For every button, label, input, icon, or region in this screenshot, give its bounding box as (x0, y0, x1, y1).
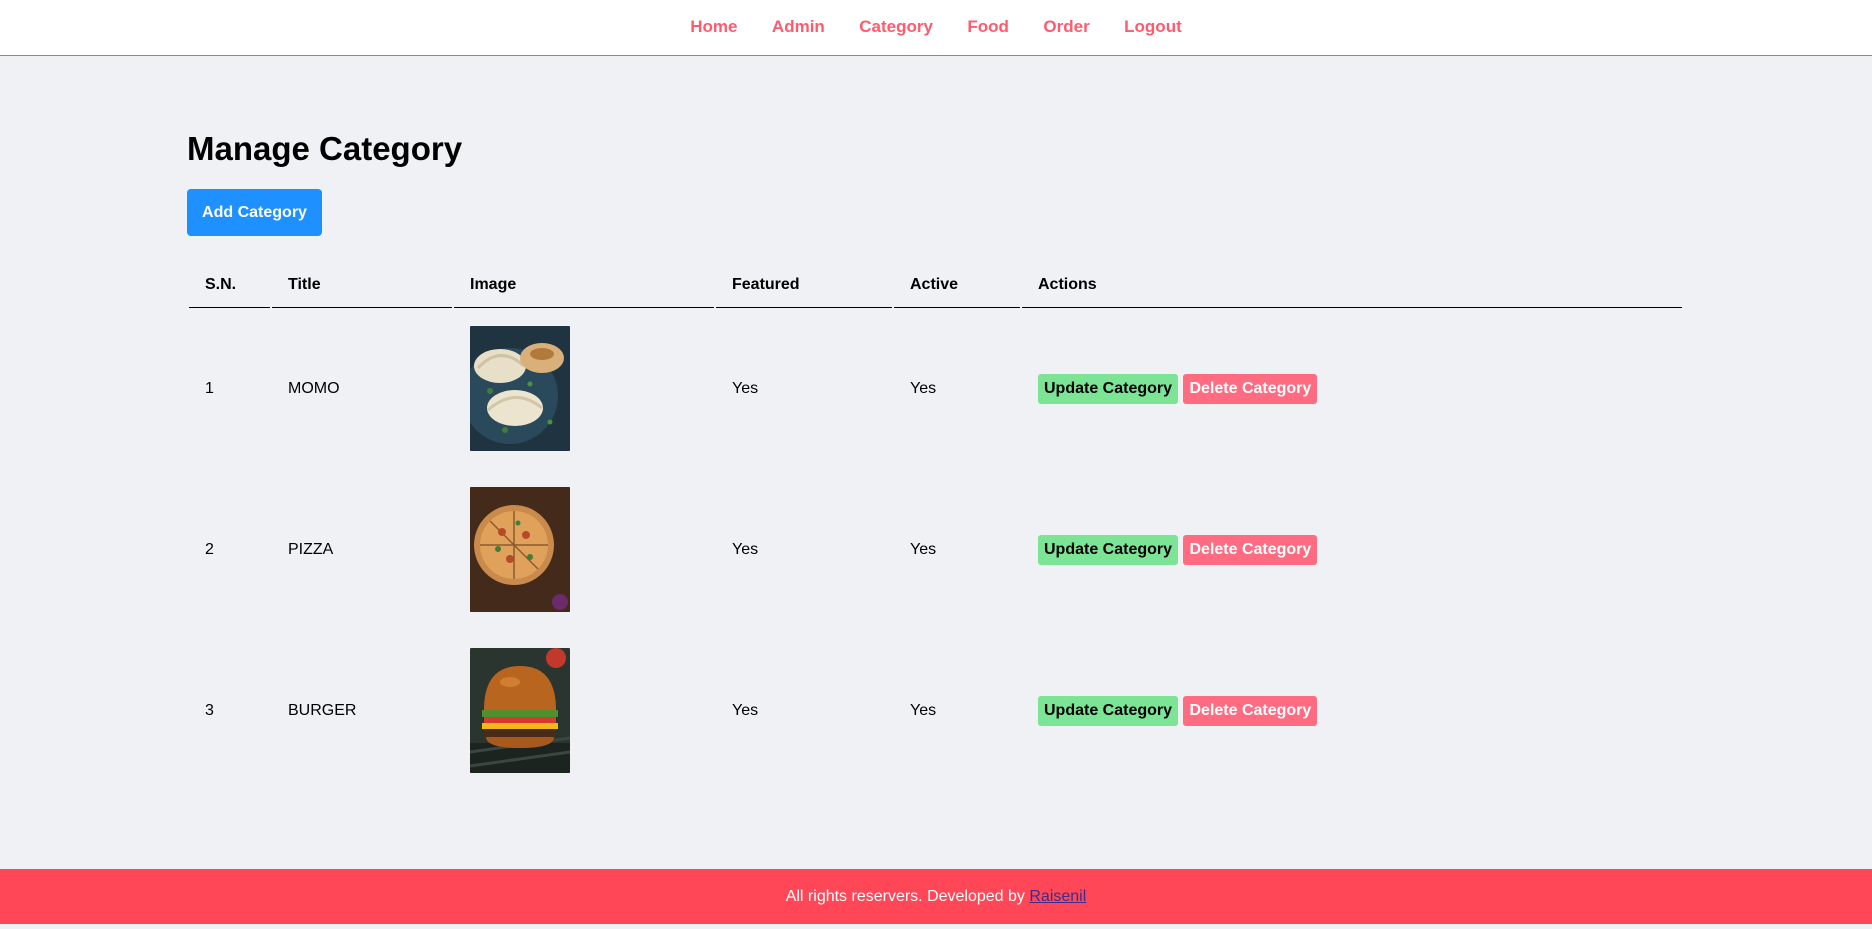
column-header-title: Title (272, 262, 452, 308)
pizza-image (470, 487, 570, 612)
burger-image (470, 648, 570, 773)
nav-link-food[interactable]: Food (967, 17, 1009, 36)
cell-sn: 2 (205, 540, 214, 558)
top-navigation: Home Admin Category Food Order Logout (0, 0, 1872, 56)
delete-category-button[interactable]: Delete Category (1183, 695, 1318, 726)
cell-active: Yes (910, 701, 937, 719)
footer: All rights reservers. Developed by Raise… (0, 869, 1872, 924)
cell-featured: Yes (732, 540, 759, 558)
nav-item-admin: Admin (772, 17, 825, 37)
nav-link-order[interactable]: Order (1043, 17, 1089, 36)
table-header: S.N. Title Image Featured Active Actions (189, 262, 1682, 308)
footer-developer-link[interactable]: Raisenil (1029, 888, 1086, 905)
cell-sn: 3 (205, 701, 214, 719)
cell-actions: Update Category Delete Category (1022, 308, 1682, 469)
cell-image (454, 630, 714, 791)
cell-title: BURGER (288, 701, 357, 719)
cell-active: Yes (910, 379, 937, 397)
column-header-active: Active (894, 262, 1020, 308)
update-category-button[interactable]: Update Category (1038, 695, 1179, 726)
category-table: S.N. Title Image Featured Active Actions… (187, 262, 1684, 791)
page-title: Manage Category (187, 130, 463, 167)
delete-category-button[interactable]: Delete Category (1183, 373, 1318, 404)
cell-title: MOMO (288, 379, 340, 397)
add-category-button[interactable]: Add Category (187, 189, 322, 236)
column-header-actions: Actions (1022, 262, 1682, 308)
cell-title: PIZZA (288, 540, 334, 558)
nav-item-logout: Logout (1124, 17, 1182, 37)
update-category-button[interactable]: Update Category (1038, 534, 1179, 565)
nav-link-admin[interactable]: Admin (772, 17, 825, 36)
footer-text: All rights reservers. Developed by (785, 888, 1030, 905)
nav-menu: Home Admin Category Food Order Logout (675, 17, 1197, 37)
nav-item-category: Category (859, 17, 933, 37)
column-header-featured: Featured (716, 262, 892, 308)
cell-active: Yes (910, 540, 937, 558)
nav-link-category[interactable]: Category (859, 17, 933, 36)
nav-link-home[interactable]: Home (690, 17, 737, 36)
momo-image (470, 326, 570, 451)
cell-featured: Yes (732, 379, 759, 397)
table-row: 2 PIZZA Yes Yes Update Category Delete C… (189, 469, 1682, 630)
cell-sn: 1 (205, 379, 214, 397)
nav-item-home: Home (690, 17, 737, 37)
nav-item-food: Food (967, 17, 1009, 37)
nav-link-logout[interactable]: Logout (1124, 17, 1182, 36)
cell-image (454, 469, 714, 630)
table-row: 3 BURGER Yes Yes Update Category Delete … (189, 630, 1682, 791)
update-category-button[interactable]: Update Category (1038, 373, 1179, 404)
delete-category-button[interactable]: Delete Category (1183, 534, 1318, 565)
cell-actions: Update Category Delete Category (1022, 630, 1682, 791)
table-header-row: S.N. Title Image Featured Active Actions (189, 262, 1682, 308)
column-header-image: Image (454, 262, 714, 308)
cell-image (454, 308, 714, 469)
cell-actions: Update Category Delete Category (1022, 469, 1682, 630)
column-header-sn: S.N. (189, 262, 270, 308)
table-row: 1 MOMO Yes Yes Update Category Delete Ca… (189, 308, 1682, 469)
nav-item-order: Order (1043, 17, 1089, 37)
cell-featured: Yes (732, 701, 759, 719)
